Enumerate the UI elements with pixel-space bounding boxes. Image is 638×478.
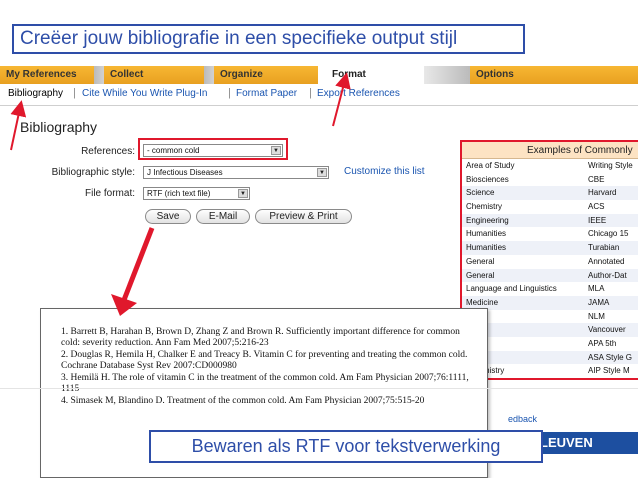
annotation-arrows [10, 72, 351, 316]
arrow-to-format-tab [332, 72, 351, 127]
arrow-to-bibliography-tab [10, 100, 27, 151]
arrow-to-output [121, 227, 155, 301]
